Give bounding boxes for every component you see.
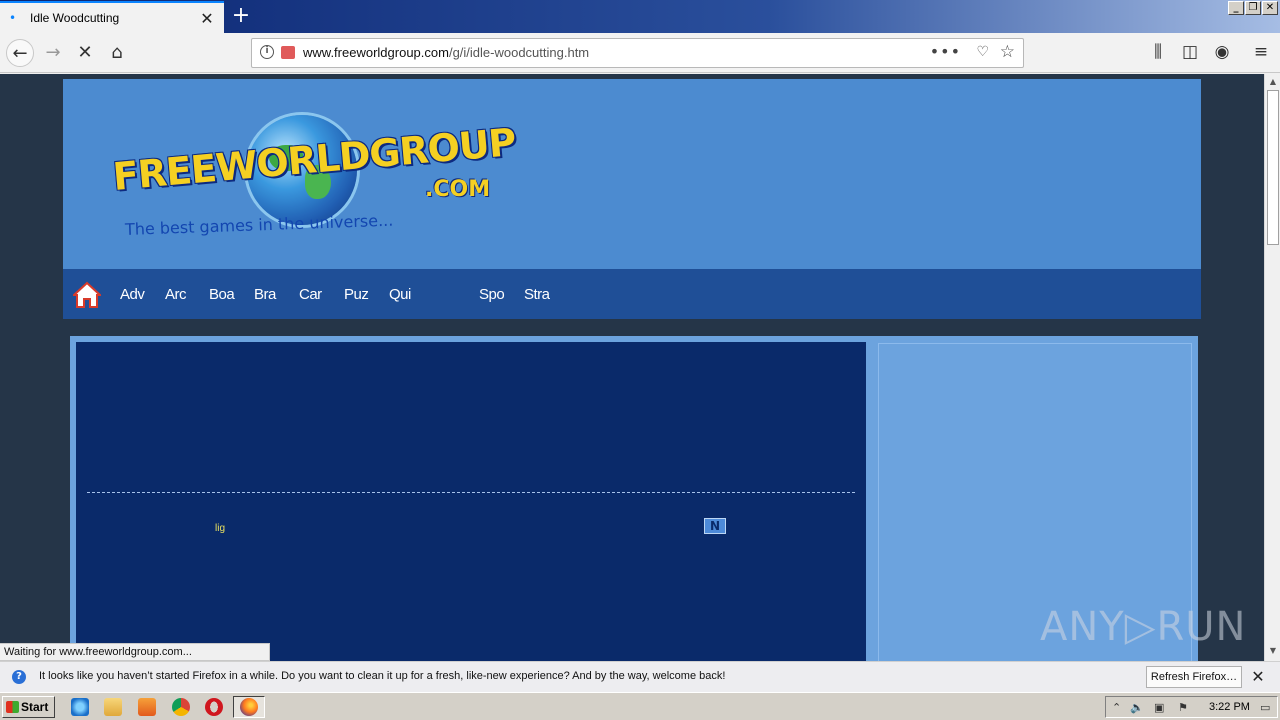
page-viewport: FREEWORLDGROUP .COM The best games in th… xyxy=(0,74,1264,661)
nav-toolbar: ← → ✕ ⌂ i www.freeworldgroup.com/g/i/idl… xyxy=(0,33,1280,73)
question-icon: ? xyxy=(12,670,26,684)
tab-idle-woodcutting[interactable]: • Idle Woodcutting ✕ xyxy=(0,1,224,33)
url-text[interactable]: www.freeworldgroup.com/g/i/idle-woodcutt… xyxy=(303,45,589,60)
account-icon[interactable]: ◉ xyxy=(1211,42,1233,62)
home-icon[interactable] xyxy=(73,281,101,309)
pocket-icon[interactable]: ♡ xyxy=(976,44,989,60)
minimize-button[interactable]: _ xyxy=(1228,1,1244,15)
opera-icon[interactable] xyxy=(205,698,223,716)
page-actions-icon[interactable]: ••• xyxy=(930,42,961,61)
tray-expand-icon[interactable]: ⌃ xyxy=(1112,701,1121,714)
media-player-icon[interactable] xyxy=(138,698,156,716)
anyrun-watermark: ANY▷RUN xyxy=(1040,604,1247,650)
network-icon[interactable]: ▣ xyxy=(1154,701,1164,714)
bookmark-star-icon[interactable]: ☆ xyxy=(1000,42,1015,62)
action-center-flag-icon[interactable]: ⚑ xyxy=(1178,701,1188,714)
site-tagline: The best games in the universe... xyxy=(124,210,394,239)
autoplay-blocked-icon[interactable] xyxy=(281,46,295,59)
chrome-icon[interactable] xyxy=(172,698,190,716)
volume-icon[interactable]: 🔈 xyxy=(1130,701,1144,714)
scroll-down-arrow-icon[interactable]: ▼ xyxy=(1267,646,1279,658)
explorer-folder-icon[interactable] xyxy=(104,698,122,716)
n-logo-icon: N xyxy=(704,518,726,534)
logo-com: .COM xyxy=(425,177,491,202)
clock[interactable]: 3:22 PM xyxy=(1209,701,1250,713)
site-info-icon[interactable]: i xyxy=(260,45,274,59)
scroll-thumb[interactable] xyxy=(1267,90,1279,245)
site-header: FREEWORLDGROUP .COM The best games in th… xyxy=(63,79,1201,269)
nav-item-arcade[interactable]: Arc xyxy=(165,286,191,303)
taskbar: Start ⌃ 🔈 ▣ ⚑ ▭ 3:22 PM xyxy=(0,692,1280,720)
tab-close-icon[interactable]: ✕ xyxy=(199,9,215,28)
ie-icon[interactable] xyxy=(71,698,89,716)
nav-item-quiz[interactable]: Qui xyxy=(389,286,415,303)
notification-message: It looks like you haven’t started Firefo… xyxy=(39,670,726,682)
forward-button[interactable]: → xyxy=(39,39,67,67)
window-controls: _ ❐ ✕ xyxy=(1228,1,1278,15)
nav-item-brain[interactable]: Bra xyxy=(254,286,280,303)
vertical-scrollbar[interactable]: ▲ ▼ xyxy=(1264,74,1280,661)
firefox-task-active[interactable] xyxy=(233,696,265,718)
library-icon[interactable]: ⫼ xyxy=(1147,42,1169,62)
show-desktop-icon[interactable]: ▭ xyxy=(1260,701,1270,714)
status-tooltip: Waiting for www.freeworldgroup.com... xyxy=(0,643,270,661)
nav-item-car[interactable]: Car xyxy=(299,286,325,303)
stop-button[interactable]: ✕ xyxy=(71,39,99,67)
loading-divider xyxy=(87,492,855,493)
close-window-button[interactable]: ✕ xyxy=(1262,1,1278,15)
nav-item-adventure[interactable]: Adv xyxy=(120,286,146,303)
firefox-icon xyxy=(240,698,258,716)
content-area: lig N xyxy=(70,336,1198,661)
home-button[interactable]: ⌂ xyxy=(103,39,131,67)
notification-close-icon[interactable]: ✕ xyxy=(1250,667,1266,687)
back-button[interactable]: ← xyxy=(6,39,34,67)
refresh-firefox-button[interactable]: Refresh Firefox… xyxy=(1146,666,1242,688)
game-frame[interactable]: lig N xyxy=(76,342,866,661)
tab-strip: • Idle Woodcutting ✕ + _ ❐ ✕ xyxy=(0,0,1280,33)
loading-dot-icon: • xyxy=(9,11,17,25)
system-tray: ⌃ 🔈 ▣ ⚑ ▭ xyxy=(1105,696,1278,718)
menu-icon[interactable]: ≡ xyxy=(1250,42,1272,62)
site-logo[interactable]: FREEWORLDGROUP .COM The best games in th… xyxy=(111,115,517,249)
nav-item-strategy[interactable]: Stra xyxy=(524,286,550,303)
nav-item-sports[interactable]: Spo xyxy=(479,286,505,303)
scroll-up-arrow-icon[interactable]: ▲ xyxy=(1267,77,1279,89)
new-tab-button[interactable]: + xyxy=(230,3,252,29)
windows-logo-icon xyxy=(6,701,19,713)
loading-text: lig xyxy=(215,523,226,534)
tab-title: Idle Woodcutting xyxy=(30,11,120,25)
nav-item-puzzle[interactable]: Puz xyxy=(344,286,370,303)
nav-item-board[interactable]: Boa xyxy=(209,286,235,303)
notification-bar: ? It looks like you haven’t started Fire… xyxy=(0,661,1280,692)
sidebar-icon[interactable]: ◫ xyxy=(1179,42,1201,62)
start-button[interactable]: Start xyxy=(2,696,55,718)
restore-button[interactable]: ❐ xyxy=(1245,1,1261,15)
address-bar[interactable]: i www.freeworldgroup.com/g/i/idle-woodcu… xyxy=(251,38,1024,68)
start-label: Start xyxy=(21,700,49,714)
site-nav: Adv Arc Boa Bra Car Puz Qui Spo Stra xyxy=(63,269,1201,319)
